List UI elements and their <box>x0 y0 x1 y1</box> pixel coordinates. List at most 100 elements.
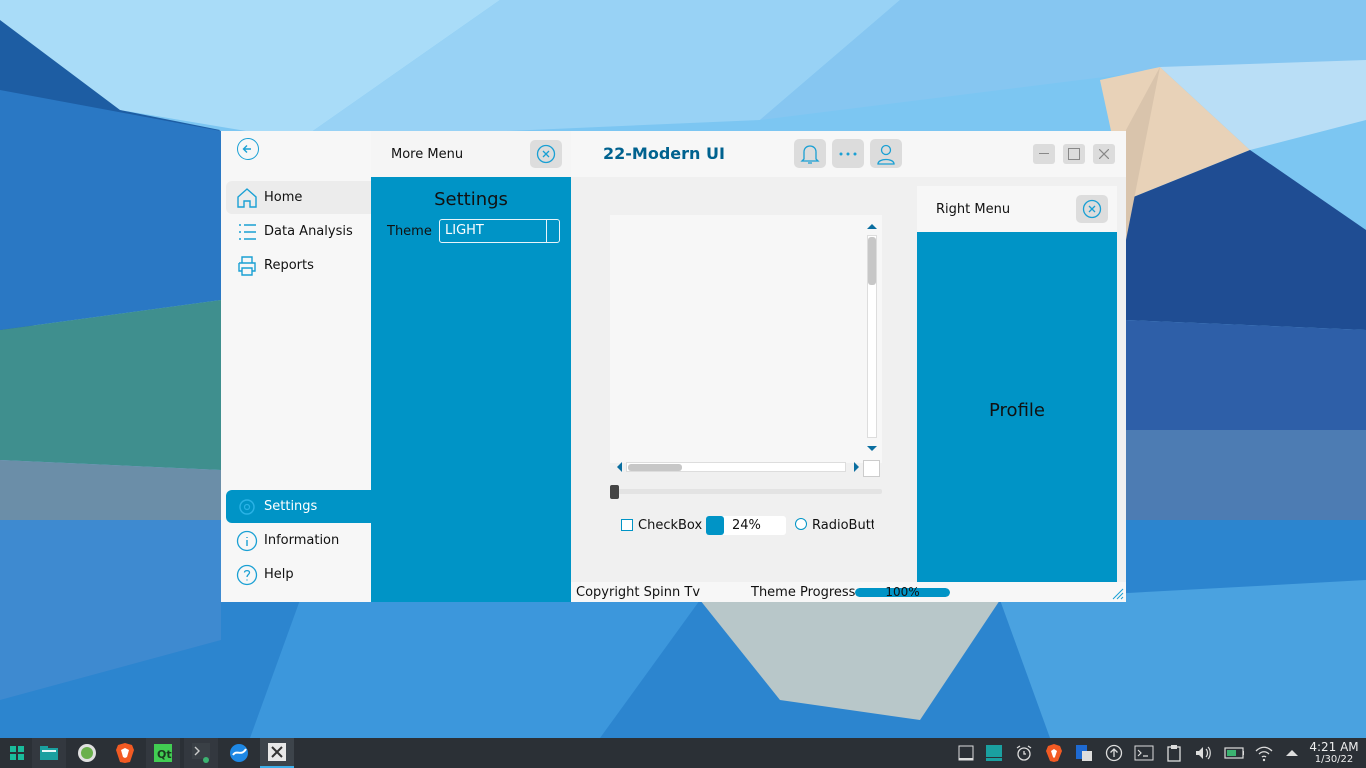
start-menu-button[interactable] <box>0 738 34 768</box>
menu-item-label: Settings <box>264 499 318 514</box>
content-header: 22-Modern UI <box>571 131 1126 177</box>
show-desktop-icon[interactable] <box>956 743 976 763</box>
maximize-button[interactable] <box>1063 144 1085 164</box>
clipboard-icon[interactable] <box>1164 743 1184 763</box>
close-icon <box>1099 149 1109 159</box>
close-circle-icon <box>1082 199 1102 219</box>
tray-expand-icon[interactable] <box>1282 743 1302 763</box>
taskbar-file-manager[interactable] <box>32 738 66 768</box>
clock[interactable]: 4:21 AM 1/30/22 <box>1306 740 1362 766</box>
back-button[interactable] <box>237 138 259 160</box>
taskbar-browser-globe[interactable] <box>222 738 256 768</box>
content-area: 22-Modern UI CheckBox 24% RadioButt Righ… <box>571 131 1126 602</box>
checkbox[interactable] <box>621 519 633 531</box>
gear-icon <box>236 496 258 518</box>
right-menu-panel: Right Menu Profile <box>917 186 1117 582</box>
alarm-clock-icon[interactable] <box>1014 743 1034 763</box>
resize-grip-icon[interactable] <box>1110 586 1124 600</box>
globe-icon <box>230 744 248 762</box>
user-profile-button[interactable] <box>870 139 902 168</box>
menu-item-label: Data Analysis <box>264 224 353 239</box>
menu-item-reports[interactable]: Reports <box>226 249 371 282</box>
list-icon <box>236 221 258 243</box>
profile-label: Profile <box>989 400 1045 421</box>
taskbar-modern-ui-app[interactable] <box>260 738 294 768</box>
horizontal-scrollbar-thumb[interactable] <box>628 464 682 471</box>
right-menu-header: Right Menu <box>917 186 1117 232</box>
brave-lion-icon <box>116 743 134 763</box>
app-title: 22-Modern UI <box>603 144 725 163</box>
left-menu: Home Data Analysis Reports Settings Info… <box>221 131 371 602</box>
notifications-button[interactable] <box>794 139 826 168</box>
minimize-icon <box>1039 153 1049 154</box>
volume-icon[interactable] <box>1194 743 1214 763</box>
battery-icon[interactable] <box>1224 743 1244 763</box>
status-bar: Copyright Spinn Tv Theme Progress 100% <box>571 582 1126 602</box>
menu-item-label: Home <box>264 190 303 205</box>
clock-date: 1/30/22 <box>1314 754 1354 765</box>
close-button[interactable] <box>1093 144 1115 164</box>
scrollbar-corner <box>863 460 880 477</box>
wifi-icon[interactable] <box>1254 743 1274 763</box>
menu-item-settings[interactable]: Settings <box>226 490 371 523</box>
minimize-button[interactable] <box>1033 144 1055 164</box>
svg-text:Qt: Qt <box>157 748 172 761</box>
menu-item-help[interactable]: Help <box>226 558 371 591</box>
folder-icon <box>40 746 58 760</box>
progress-text: 100% <box>885 585 920 599</box>
user-icon <box>877 144 895 165</box>
theme-select[interactable]: LIGHT <box>439 219 560 243</box>
settings-title: Settings <box>434 189 508 210</box>
more-menu-panel: More Menu Settings Theme LIGHT <box>371 131 571 602</box>
radio-button-label: RadioButton <box>812 518 874 533</box>
ellipsis-icon <box>839 152 857 155</box>
percent-spinbox[interactable]: 24% <box>706 516 786 535</box>
menu-item-information[interactable]: Information <box>226 524 371 557</box>
app-window: Home Data Analysis Reports Settings Info… <box>221 131 1126 602</box>
radio-button[interactable] <box>795 518 807 530</box>
app-launcher-icon <box>10 746 24 760</box>
scroll-down-arrow-icon[interactable] <box>866 445 878 453</box>
home-icon <box>236 187 258 209</box>
spinbox-value: 24% <box>732 518 761 533</box>
bell-icon <box>800 144 820 164</box>
checkbox-label: CheckBox <box>638 518 703 533</box>
terminal-icon <box>192 743 210 763</box>
more-options-button[interactable] <box>832 139 864 168</box>
info-icon <box>236 530 258 552</box>
menu-item-data-analysis[interactable]: Data Analysis <box>226 215 371 248</box>
vertical-scrollbar[interactable] <box>865 223 878 451</box>
x-window-icon <box>268 743 286 761</box>
right-menu-title: Right Menu <box>936 202 1011 217</box>
close-right-menu-button[interactable] <box>1076 195 1108 223</box>
close-more-menu-button[interactable] <box>530 140 562 168</box>
taskbar-qt-creator[interactable]: Qt <box>146 738 180 768</box>
scroll-left-arrow-icon[interactable] <box>616 461 624 473</box>
app-circle-icon <box>78 744 96 762</box>
spinbox-button[interactable] <box>706 516 724 535</box>
scroll-right-arrow-icon[interactable] <box>853 461 861 473</box>
scroll-up-arrow-icon[interactable] <box>866 223 878 231</box>
clock-time: 4:21 AM <box>1309 740 1359 754</box>
theme-label: Theme <box>387 224 432 239</box>
terminal-tray-icon[interactable] <box>1134 743 1154 763</box>
dropdown-arrow-icon <box>546 220 559 242</box>
slider-track[interactable] <box>610 489 882 494</box>
menu-item-home[interactable]: Home <box>226 181 371 214</box>
taskbar-terminal[interactable] <box>184 738 218 768</box>
taskbar-brave-browser[interactable] <box>108 738 142 768</box>
brave-tray-icon[interactable] <box>1044 743 1064 763</box>
slider-handle[interactable] <box>610 485 619 499</box>
taskbar-app-green[interactable] <box>70 738 104 768</box>
menu-item-label: Help <box>264 567 294 582</box>
taskbar: Qt 4:21 AM 1/30/22 <box>0 738 1366 768</box>
qt-logo-icon: Qt <box>154 744 172 762</box>
printer-icon <box>236 255 258 277</box>
text-area[interactable] <box>610 215 882 477</box>
clipboard-app-icon[interactable] <box>1074 743 1094 763</box>
system-monitor-icon[interactable] <box>984 743 1004 763</box>
update-icon[interactable] <box>1104 743 1124 763</box>
scrollbar-thumb[interactable] <box>868 237 876 285</box>
more-menu-title: More Menu <box>391 147 464 162</box>
theme-select-value: LIGHT <box>445 223 484 238</box>
